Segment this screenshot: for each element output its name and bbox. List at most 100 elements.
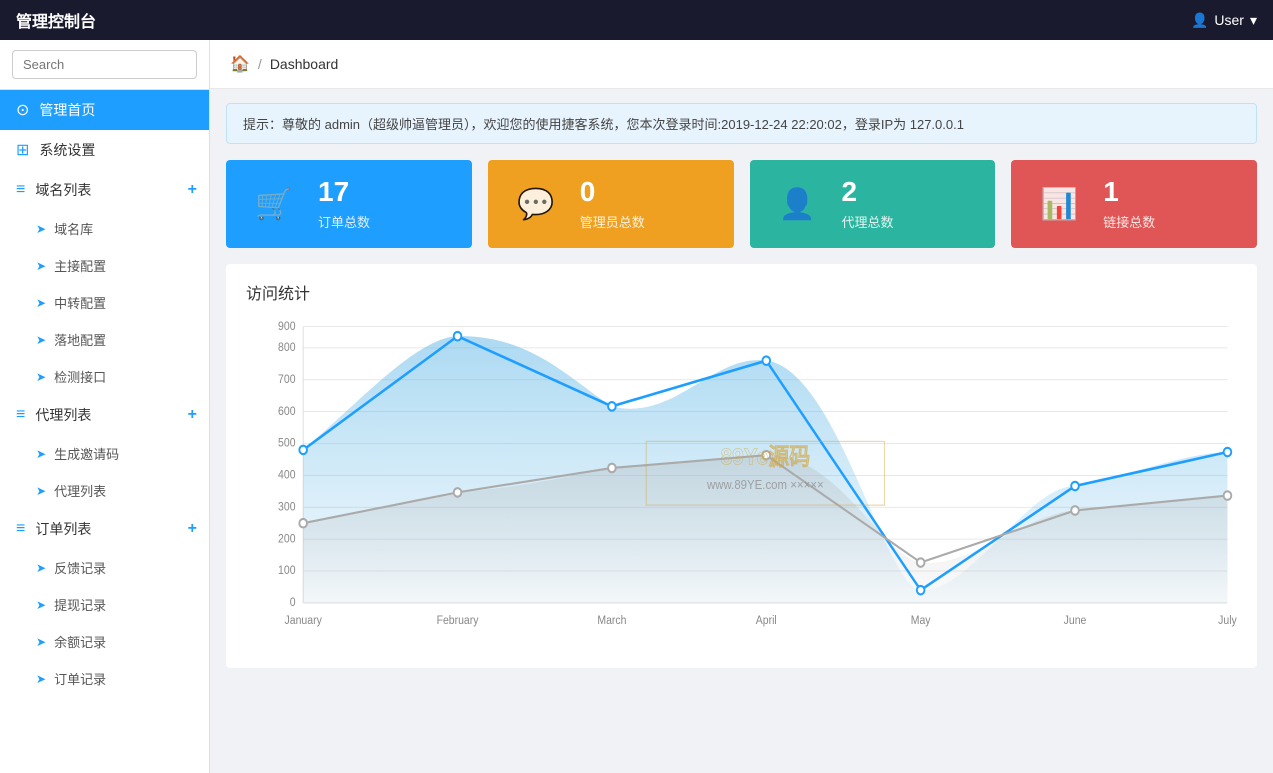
sidebar-item-home[interactable]: ⊙ 管理首页 [0, 90, 209, 130]
sidebar-search-container [0, 40, 209, 90]
dot-s1-0 [299, 446, 307, 455]
arrow-icon: ➤ [36, 296, 46, 310]
domain-list-icon: ≡ [16, 181, 25, 199]
arrow-icon: ➤ [36, 484, 46, 498]
chat-icon: 💬 [508, 176, 564, 232]
user-icon: 👤 [770, 176, 826, 232]
watermark-url: www.89YE.com ××××× [706, 478, 824, 493]
sidebar-sub-订单记录[interactable]: ➤ 订单记录 [0, 660, 209, 697]
arrow-icon: ➤ [36, 672, 46, 686]
dot-s2-6 [1224, 491, 1232, 500]
arrow-icon: ➤ [36, 333, 46, 347]
svg-text:400: 400 [278, 469, 295, 482]
arrow-icon: ➤ [36, 259, 46, 273]
order-add-btn[interactable]: + [188, 520, 197, 538]
stat-info-admins: 0 管理员总数 [580, 177, 714, 231]
svg-text:0: 0 [290, 597, 296, 610]
x-label-may: May [911, 615, 931, 628]
notice-bar: 提示：尊敬的 admin（超级帅逼管理员），欢迎您的使用捷客系统，您本次登录时间… [226, 103, 1257, 144]
sidebar-item-order-list[interactable]: ≡ 订单列表 + [0, 509, 209, 549]
sidebar-sub-主接配置[interactable]: ➤ 主接配置 [0, 247, 209, 284]
dot-s1-3 [762, 356, 770, 365]
topbar: 管理控制台 👤 User ▾ [0, 0, 1273, 40]
dot-s2-2 [608, 464, 616, 473]
sidebar-sub-余额记录[interactable]: ➤ 余额记录 [0, 623, 209, 660]
arrow-icon: ➤ [36, 370, 46, 384]
search-input[interactable] [12, 50, 197, 79]
stat-info-orders: 17 订单总数 [318, 177, 452, 231]
sidebar-item-home-label: 管理首页 [39, 100, 95, 120]
chart-icon: 📊 [1031, 176, 1087, 232]
stat-label-orders: 订单总数 [318, 212, 452, 231]
x-label-mar: March [597, 615, 626, 628]
chart-title: 访问统计 [246, 280, 1237, 304]
sidebar-item-settings[interactable]: ⊞ 系统设置 [0, 130, 209, 170]
agent-list-icon: ≡ [16, 406, 25, 424]
sidebar-sub-落地配置[interactable]: ➤ 落地配置 [0, 321, 209, 358]
sidebar-sub-提现记录[interactable]: ➤ 提现记录 [0, 586, 209, 623]
svg-text:600: 600 [278, 405, 295, 418]
layout: ⊙ 管理首页 ⊞ 系统设置 ≡ 域名列表 + ➤ 域名库 ➤ 主接配置 ➤ 中转… [0, 40, 1273, 773]
order-list-icon: ≡ [16, 520, 25, 538]
stat-number-agents: 2 [842, 177, 976, 208]
sidebar-item-settings-label: 系统设置 [39, 140, 95, 160]
dot-s1-4 [917, 586, 925, 595]
x-label-apr: April [756, 615, 777, 628]
stat-card-links: 📊 1 链接总数 [1011, 160, 1257, 248]
user-icon: 👤 [1191, 12, 1208, 29]
svg-text:700: 700 [278, 373, 295, 386]
stat-label-admins: 管理员总数 [580, 212, 714, 231]
breadcrumb: 🏠 / Dashboard [210, 40, 1273, 89]
dot-s2-0 [299, 519, 307, 528]
svg-text:800: 800 [278, 342, 295, 355]
sidebar-item-domain-label: 域名列表 [35, 180, 91, 200]
dot-s1-2 [608, 402, 616, 411]
svg-text:900: 900 [278, 320, 295, 333]
svg-text:300: 300 [278, 501, 295, 514]
agent-add-btn[interactable]: + [188, 406, 197, 424]
dot-s1-6 [1224, 448, 1232, 457]
stat-number-admins: 0 [580, 177, 714, 208]
user-dropdown-icon: ▾ [1250, 12, 1257, 29]
topbar-user[interactable]: 👤 User ▾ [1191, 12, 1257, 29]
x-label-jul: July [1218, 615, 1237, 628]
chart-container: 0 100 200 300 400 500 600 700 800 900 [246, 316, 1237, 656]
breadcrumb-separator: / [258, 56, 262, 72]
stats-row: 🛒 17 订单总数 💬 0 管理员总数 👤 2 代理总数 [226, 160, 1257, 248]
breadcrumb-current: Dashboard [270, 56, 339, 72]
svg-text:200: 200 [278, 533, 295, 546]
stat-info-links: 1 链接总数 [1103, 177, 1237, 231]
breadcrumb-home-icon: 🏠 [230, 54, 250, 74]
sidebar-sub-反馈记录[interactable]: ➤ 反馈记录 [0, 549, 209, 586]
sidebar: ⊙ 管理首页 ⊞ 系统设置 ≡ 域名列表 + ➤ 域名库 ➤ 主接配置 ➤ 中转… [0, 40, 210, 773]
svg-text:100: 100 [278, 565, 295, 578]
arrow-icon: ➤ [36, 447, 46, 461]
arrow-icon: ➤ [36, 598, 46, 612]
x-label-jun: June [1064, 615, 1087, 628]
stat-label-links: 链接总数 [1103, 212, 1237, 231]
chart-section: 访问统计 [226, 264, 1257, 668]
stat-label-agents: 代理总数 [842, 212, 976, 231]
sidebar-item-agent-list[interactable]: ≡ 代理列表 + [0, 395, 209, 435]
dot-s1-5 [1071, 482, 1079, 491]
dot-s1-1 [454, 332, 462, 341]
domain-add-btn[interactable]: + [188, 181, 197, 199]
dot-s2-4 [917, 558, 925, 567]
sidebar-item-order-label: 订单列表 [35, 519, 91, 539]
sidebar-sub-代理列表[interactable]: ➤ 代理列表 [0, 472, 209, 509]
sidebar-sub-domain-库[interactable]: ➤ 域名库 [0, 210, 209, 247]
sidebar-sub-生成邀请码[interactable]: ➤ 生成邀请码 [0, 435, 209, 472]
dot-s2-1 [454, 488, 462, 497]
x-label-jan: January [285, 615, 323, 628]
user-label: User [1214, 12, 1244, 28]
sidebar-sub-检测接口[interactable]: ➤ 检测接口 [0, 358, 209, 395]
arrow-icon: ➤ [36, 561, 46, 575]
svg-text:500: 500 [278, 437, 295, 450]
stat-card-orders: 🛒 17 订单总数 [226, 160, 472, 248]
sidebar-sub-中转配置[interactable]: ➤ 中转配置 [0, 284, 209, 321]
sidebar-item-domain-list[interactable]: ≡ 域名列表 + [0, 170, 209, 210]
stat-number-links: 1 [1103, 177, 1237, 208]
sidebar-item-agent-label: 代理列表 [35, 405, 91, 425]
settings-icon: ⊞ [16, 140, 29, 160]
watermark-text: 89Ye源码 [720, 444, 810, 470]
